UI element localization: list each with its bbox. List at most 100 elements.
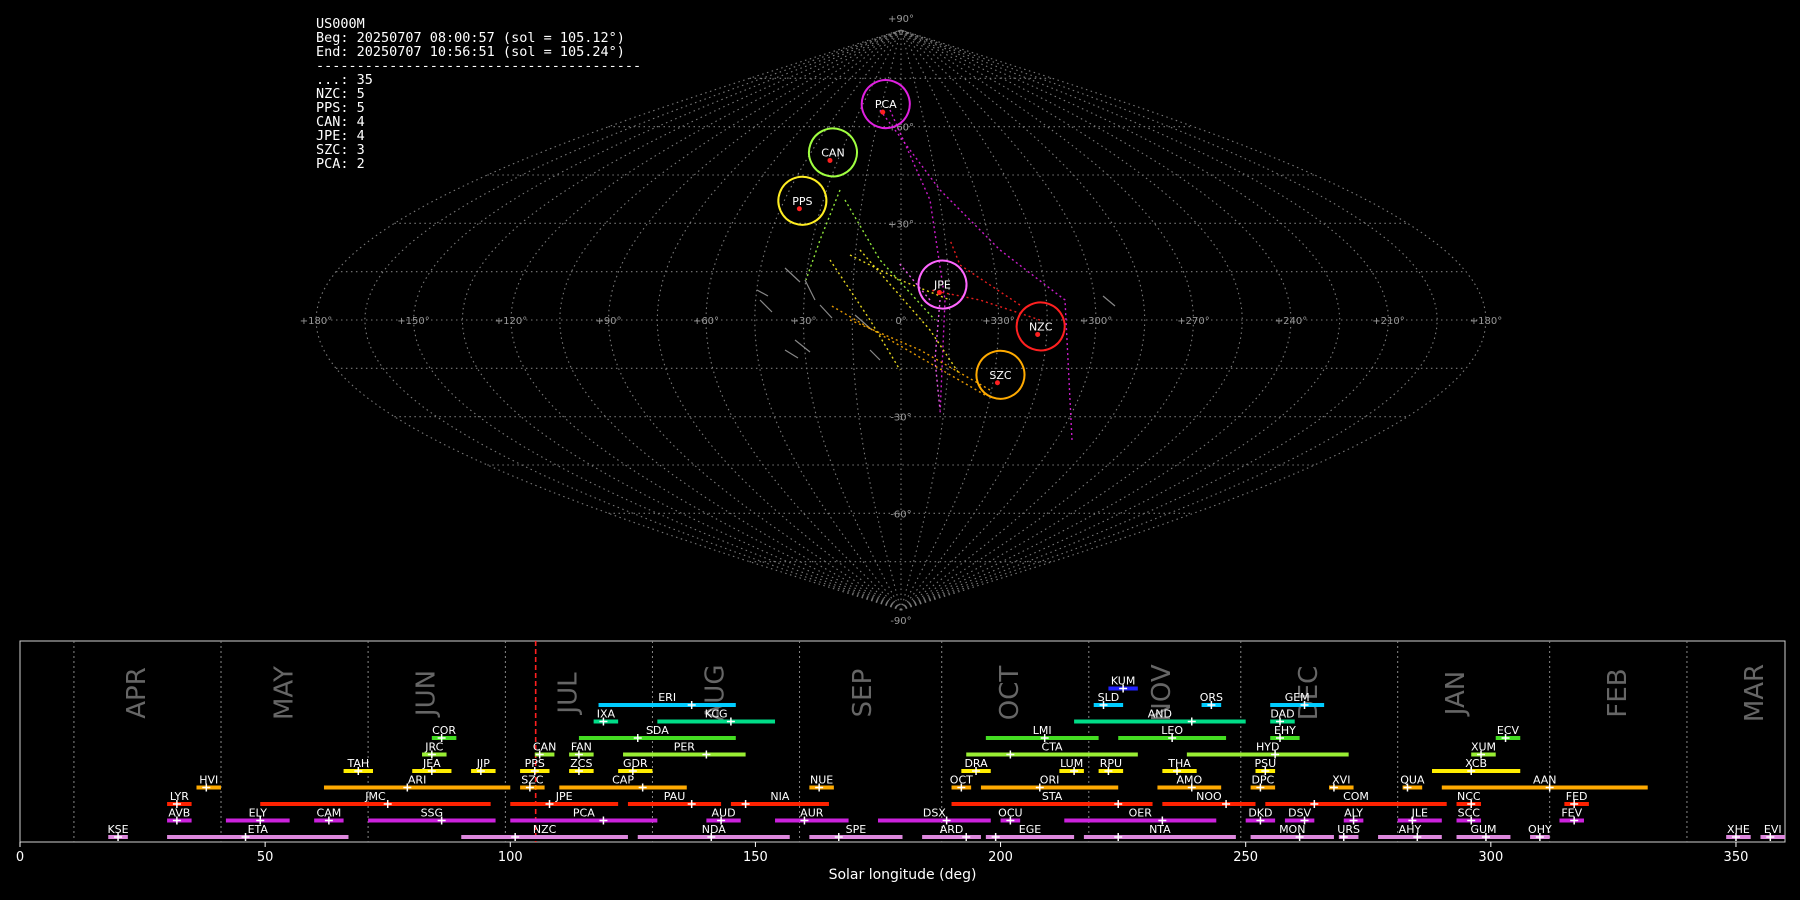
shower-code-label: SSG [421, 807, 444, 820]
lon-tick-label: +60° [693, 316, 719, 327]
x-tick-label: 350 [1724, 850, 1749, 865]
shower-code-label: CAP [612, 774, 634, 787]
sporadic-meteor-trail [784, 349, 799, 359]
lat-tick-label: -60° [890, 509, 911, 520]
sporadic-meteor-trail [804, 279, 816, 301]
radiant-label: SZC [989, 369, 1012, 382]
shower-code-label: LMI [1033, 724, 1052, 737]
shower-code-label: RPU [1100, 757, 1122, 770]
shower-code-label: MON [1279, 823, 1305, 836]
shower-code-label: EGE [1019, 823, 1041, 836]
shower-code-label: XVI [1332, 774, 1350, 787]
shower-code-label: SZC [521, 774, 544, 787]
shower-code-label: PCA [573, 807, 595, 820]
shower-code-label: LEO [1161, 724, 1183, 737]
radiant-label: CAN [821, 146, 844, 159]
shower-code-label: FAN [571, 741, 592, 754]
shower-code-label: AAN [1533, 774, 1557, 787]
shower-code-label: JPE [555, 790, 573, 803]
sporadic-meteor-trail [784, 267, 801, 283]
shower-code-label: ECV [1497, 724, 1520, 737]
x-tick-label: 200 [988, 850, 1013, 865]
x-tick-label: 150 [743, 850, 768, 865]
lon-tick-label: +210° [1372, 316, 1404, 327]
lon-tick-label: +30° [790, 316, 816, 327]
lon-tick-label: +90° [595, 316, 621, 327]
month-label: FEB [1603, 668, 1633, 717]
shower-code-label: DSV [1288, 807, 1311, 820]
lon-tick-label: +180° [300, 316, 332, 327]
shower-code-label: THA [1167, 757, 1191, 770]
shower-code-label: XCB [1465, 757, 1487, 770]
lon-tick-label: +330° [982, 316, 1014, 327]
shower-meteor-trail [934, 299, 941, 411]
radiant-label: JPE [933, 279, 951, 292]
shower-code-label: AUR [800, 807, 824, 820]
shower-timeline-chart: APR MAY JUN JUL AUG SEP OCT NOV DEC JAN FEB MARKUME… [16, 640, 1786, 883]
shower-code-label: OHY [1528, 823, 1552, 836]
month-label: APR [122, 667, 152, 719]
lon-tick-label: +150° [397, 316, 429, 327]
shower-code-label: AND [1148, 708, 1172, 721]
month-label: JUN [411, 670, 441, 718]
shower-code-label: LYR [170, 790, 189, 803]
shower-code-label: CAM [317, 807, 342, 820]
shower-code-label: NOO [1196, 790, 1222, 803]
shower-code-label: HVI [199, 774, 218, 787]
shower-code-label: ERI [658, 691, 676, 704]
x-axis-label: Solar longitude (deg) [829, 867, 977, 883]
shower-code-label: NIA [770, 790, 789, 803]
shower-code-label: CTA [1041, 741, 1063, 754]
shower-code-label: TAH [346, 757, 369, 770]
shower-meteor-trail [949, 239, 1021, 306]
shower-code-label: QUA [1400, 774, 1425, 787]
shower-code-label: FED [1566, 790, 1588, 803]
shower-code-label: JMC [364, 790, 386, 803]
shower-code-label: JEA [422, 757, 441, 770]
shower-code-label: ARD [940, 823, 964, 836]
shower-code-label: COR [432, 724, 456, 737]
month-label: JAN [1441, 671, 1471, 717]
shower-code-label: AHY [1399, 823, 1422, 836]
lon-tick-label: +180° [1470, 316, 1502, 327]
month-label: OCT [995, 666, 1025, 721]
shower-code-label: OCT [950, 774, 973, 787]
shower-code-label: NZC [533, 823, 557, 836]
shower-code-label: JLE [1411, 807, 1428, 820]
shower-code-label: AMO [1176, 774, 1202, 787]
shower-code-label: ALY [1344, 807, 1363, 820]
shower-meteor-trail [849, 319, 991, 391]
shower-code-label: PAU [664, 790, 686, 803]
lon-tick-label: 0° [895, 316, 906, 327]
shower-code-label: ARI [408, 774, 426, 787]
shower-meteor-trail [829, 259, 901, 371]
shower-code-label: STA [1042, 790, 1063, 803]
shower-code-label: DSX [923, 807, 946, 820]
month-label: MAR [1740, 664, 1770, 722]
shower-meteor-trail [859, 249, 961, 376]
shower-code-label: OCU [998, 807, 1022, 820]
shower-code-label: SCC [1458, 807, 1481, 820]
shower-code-label: AUD [712, 807, 736, 820]
shower-code-label: PSU [1254, 757, 1276, 770]
lon-tick-label: +240° [1275, 316, 1307, 327]
sporadic-meteor-trail [819, 304, 833, 319]
sporadic-meteor-trail [756, 289, 769, 297]
shower-code-label: EHY [1274, 724, 1296, 737]
x-tick-label: 100 [498, 850, 523, 865]
radiant-sky-map: +180° +150° +120° +90° +60° +30° 0° +330° +300° +… [300, 14, 1502, 627]
shower-code-label: GEM [1285, 691, 1310, 704]
lat-tick-label: -90° [890, 616, 911, 627]
month-label: SEP [848, 669, 878, 718]
month-label: JUL [554, 672, 584, 716]
shower-code-label: ORS [1200, 691, 1223, 704]
shower-code-label: DKD [1248, 807, 1272, 820]
shower-code-label: ORI [1040, 774, 1060, 787]
lat-tick-label: +30° [888, 219, 914, 230]
sporadic-meteor-trail [794, 339, 811, 353]
shower-code-label: ELY [249, 807, 268, 820]
x-tick-label: 300 [1478, 850, 1503, 865]
x-tick-label: 250 [1233, 850, 1258, 865]
radiant-label: NZC [1029, 320, 1053, 333]
sporadic-meteor-trail [1102, 295, 1116, 307]
